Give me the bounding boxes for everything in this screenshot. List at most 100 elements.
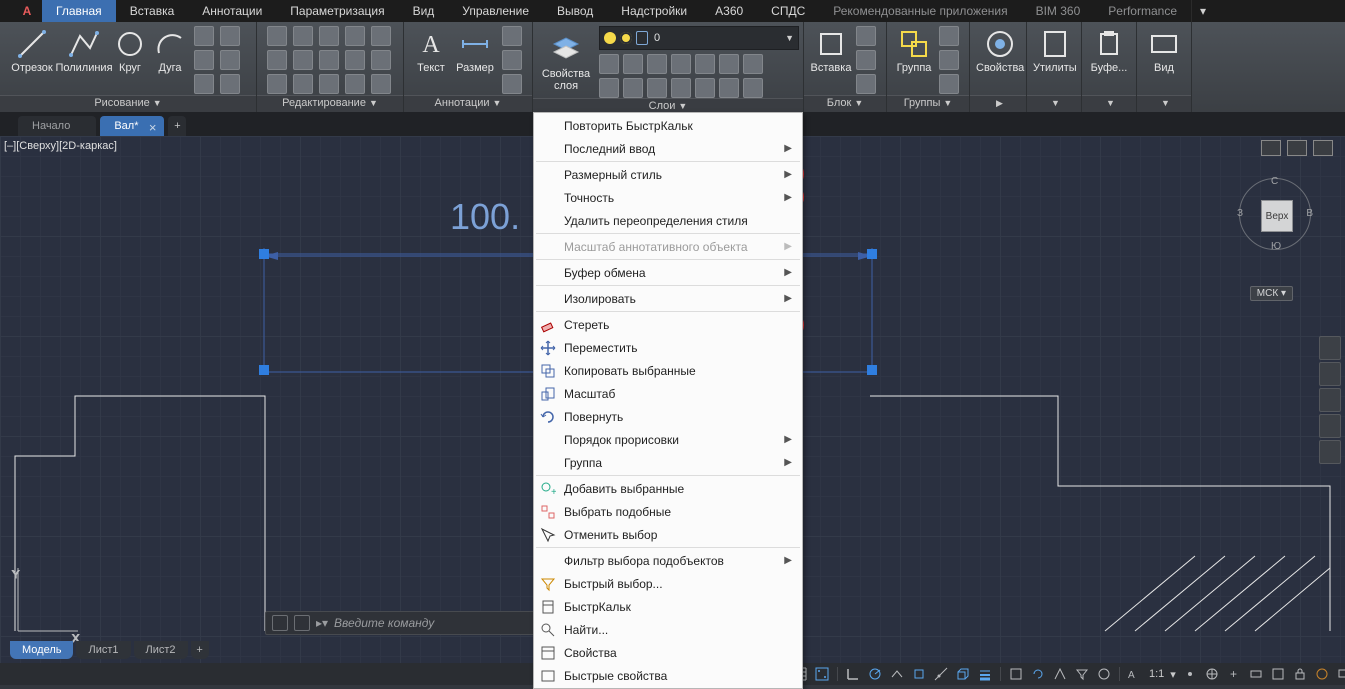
viewcube[interactable]: Верх С Ю В З xyxy=(1239,178,1311,250)
panel-view-title[interactable]: ▼ xyxy=(1137,95,1191,112)
layer-tool-icon[interactable] xyxy=(695,54,715,74)
ctx-quick-select[interactable]: Быстрый выбор... xyxy=(534,572,802,595)
panel-layers-title[interactable]: Слои▼ xyxy=(533,98,803,113)
ribbon-tab-view[interactable]: Вид xyxy=(399,0,449,22)
ribbon-tab-insert[interactable]: Вставка xyxy=(116,0,189,22)
text-button[interactable]: AТекст xyxy=(410,26,452,94)
layer-tool-icon[interactable] xyxy=(599,54,619,74)
panel-clip-title[interactable]: ▼ xyxy=(1082,95,1136,112)
layer-tool-icon[interactable] xyxy=(599,78,619,98)
selection-cycling-icon[interactable] xyxy=(1028,665,1048,683)
layer-tool-icon[interactable] xyxy=(623,54,643,74)
ctx-isolate[interactable]: Изолировать▶ xyxy=(534,287,802,310)
ctx-repeat[interactable]: Повторить БыстрКальк xyxy=(534,114,802,137)
ctx-delete-overrides[interactable]: Удалить переопределения стиля xyxy=(534,209,802,232)
panel-block-title[interactable]: Блок▼ xyxy=(804,95,886,112)
small-tool-icon[interactable] xyxy=(345,50,365,70)
small-tool-icon[interactable] xyxy=(371,74,391,94)
isolate-objects-icon[interactable] xyxy=(1312,665,1332,683)
stretch-icon[interactable] xyxy=(319,26,339,46)
array-icon[interactable] xyxy=(319,74,339,94)
zoom-icon[interactable] xyxy=(1319,388,1341,412)
ctx-properties[interactable]: Свойства xyxy=(534,641,802,664)
small-tool-icon[interactable] xyxy=(939,26,959,46)
ctx-find[interactable]: Найти... xyxy=(534,618,802,641)
viewcube-w[interactable]: З xyxy=(1237,208,1243,219)
doc-tab-home[interactable]: Начало xyxy=(18,116,96,136)
panel-draw-title[interactable]: Рисование▼ xyxy=(0,95,256,112)
ctx-erase[interactable]: Стереть xyxy=(534,313,802,336)
ctx-deselect[interactable]: Отменить выбор xyxy=(534,523,802,546)
scale-value[interactable]: 1:1 xyxy=(1147,668,1166,680)
showmotion-icon[interactable] xyxy=(1319,440,1341,464)
layer-tool-icon[interactable] xyxy=(671,54,691,74)
tab-model[interactable]: Модель xyxy=(10,641,73,659)
lock-ui-icon[interactable] xyxy=(1290,665,1310,683)
osnap3d-icon[interactable] xyxy=(953,665,973,683)
ribbon-tab-annot[interactable]: Аннотации xyxy=(188,0,276,22)
small-tool-icon[interactable] xyxy=(502,74,522,94)
panel-modify-title[interactable]: Редактирование▼ xyxy=(257,95,403,112)
ribbon-tab-bim360[interactable]: BIM 360 xyxy=(1022,0,1095,22)
small-tool-icon[interactable] xyxy=(856,50,876,70)
small-tool-icon[interactable] xyxy=(371,26,391,46)
clipboard-button[interactable]: Буфе... xyxy=(1088,26,1130,94)
otrack-icon[interactable] xyxy=(931,665,951,683)
annotation-visibility-icon[interactable] xyxy=(1180,665,1200,683)
layer-tool-icon[interactable] xyxy=(719,78,739,98)
tab-add-layout[interactable]: + xyxy=(191,641,209,659)
recent-icon[interactable] xyxy=(294,615,310,631)
ctx-select-similar[interactable]: Выбрать подобные xyxy=(534,500,802,523)
ctx-quickcalc[interactable]: БыстрКальк xyxy=(534,595,802,618)
line-button[interactable]: Отрезок xyxy=(6,26,58,94)
layer-properties-button[interactable]: Свойства слоя xyxy=(539,32,593,92)
circle-button[interactable]: Круг xyxy=(110,26,150,94)
small-tool-icon[interactable] xyxy=(220,26,240,46)
ctx-rotate[interactable]: Повернуть xyxy=(534,405,802,428)
small-tool-icon[interactable] xyxy=(345,74,365,94)
trim-icon[interactable] xyxy=(267,74,287,94)
lineweight-icon[interactable] xyxy=(975,665,995,683)
small-tool-icon[interactable] xyxy=(194,26,214,46)
small-tool-icon[interactable] xyxy=(939,74,959,94)
small-tool-icon[interactable] xyxy=(220,74,240,94)
scale-icon[interactable] xyxy=(319,50,339,70)
ctx-clipboard[interactable]: Буфер обмена▶ xyxy=(534,261,802,284)
gizmo-icon[interactable] xyxy=(1094,665,1114,683)
layer-combo[interactable]: 0▼ xyxy=(599,26,799,50)
small-tool-icon[interactable] xyxy=(856,74,876,94)
small-tool-icon[interactable] xyxy=(856,26,876,46)
doc-tab-add[interactable]: + xyxy=(168,116,186,136)
snap-toggle-icon[interactable] xyxy=(812,665,832,683)
small-tool-icon[interactable] xyxy=(371,50,391,70)
ctx-copy[interactable]: Копировать выбранные xyxy=(534,359,802,382)
ribbon-tab-spds[interactable]: СПДС xyxy=(757,0,819,22)
ctx-subobject-filter[interactable]: Фильтр выбора подобъектов▶ xyxy=(534,549,802,572)
arc-button[interactable]: Дуга xyxy=(150,26,190,94)
osnap-icon[interactable] xyxy=(909,665,929,683)
viewcube-s[interactable]: Ю xyxy=(1271,241,1281,252)
layer-tool-icon[interactable] xyxy=(695,78,715,98)
small-tool-icon[interactable] xyxy=(220,50,240,70)
viewcube-n[interactable]: С xyxy=(1271,176,1278,187)
doc-tab-active[interactable]: Вал*× xyxy=(100,116,164,136)
dimension-button[interactable]: Размер xyxy=(452,26,498,94)
rotate-icon[interactable] xyxy=(267,50,287,70)
ribbon-tab-perf[interactable]: Performance xyxy=(1094,0,1191,22)
ribbon-tab-main[interactable]: Главная xyxy=(42,0,116,22)
polyline-button[interactable]: Полилиния xyxy=(58,26,110,94)
small-tool-icon[interactable] xyxy=(939,50,959,70)
ribbon-collapse-icon[interactable]: ▾ xyxy=(1191,0,1214,22)
move-icon[interactable] xyxy=(267,26,287,46)
small-tool-icon[interactable] xyxy=(194,50,214,70)
tab-layout2[interactable]: Лист2 xyxy=(134,641,188,659)
viewcube-face[interactable]: Верх xyxy=(1261,200,1293,232)
workspace-icon[interactable] xyxy=(1202,665,1222,683)
orbit-icon[interactable] xyxy=(1319,414,1341,438)
ctx-move[interactable]: Переместить xyxy=(534,336,802,359)
insert-block-button[interactable]: Вставка xyxy=(810,26,852,94)
hardware-accel-icon[interactable] xyxy=(1334,665,1345,683)
ribbon-tab-manage[interactable]: Управление xyxy=(448,0,543,22)
minimize-icon[interactable] xyxy=(1261,140,1281,156)
panel-annot-title[interactable]: Аннотации▼ xyxy=(404,95,532,112)
